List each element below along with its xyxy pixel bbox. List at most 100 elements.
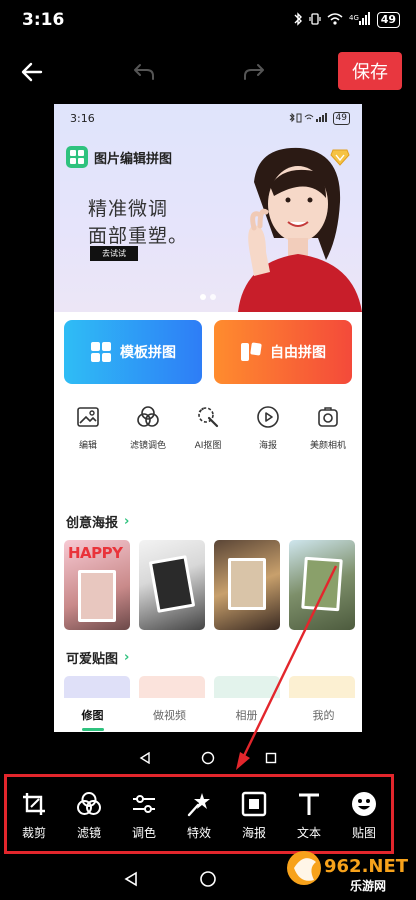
sticker-icon xyxy=(350,790,378,818)
tab-mine[interactable]: 我的 xyxy=(289,707,359,723)
inner-status-bar: 3:16 49 xyxy=(54,104,362,132)
tool-label: 海报 xyxy=(258,441,277,451)
battery-indicator: 49 xyxy=(376,12,400,28)
save-button[interactable]: 保存 xyxy=(338,52,402,90)
tab-make-video[interactable]: 做视频 xyxy=(135,707,205,723)
bluetooth-icon xyxy=(293,11,303,29)
template-collage-label: 模板拼图 xyxy=(120,345,176,361)
redo-button[interactable] xyxy=(240,48,268,96)
tool-sticker-label: 贴图 xyxy=(351,825,376,840)
tool-text-label: 文本 xyxy=(296,825,321,840)
slogan-line-1: 精准微调 xyxy=(88,198,169,220)
free-collage-label: 自由拼图 xyxy=(270,345,326,361)
inner-nav-bar xyxy=(54,745,362,771)
tool-filter-label: 滤镜 xyxy=(76,825,101,840)
redo-icon xyxy=(244,64,264,80)
sys-home-icon[interactable] xyxy=(199,870,217,888)
status-time: 3:16 xyxy=(22,10,65,30)
poster-card[interactable]: HAPPY xyxy=(64,540,130,630)
tab-album[interactable]: 相册 xyxy=(212,707,282,723)
tool-text[interactable]: 文本 xyxy=(285,790,333,841)
tool-sticker[interactable]: 贴图 xyxy=(340,790,388,841)
app-logo xyxy=(66,146,88,168)
promo-banner[interactable]: 图片编辑拼图 精准微调 面部重塑。 去试试 xyxy=(54,104,362,312)
tool-edit[interactable]: 编辑 xyxy=(58,404,118,464)
inner-battery: 49 xyxy=(332,111,350,125)
app-name: 图片编辑拼图 xyxy=(94,152,173,167)
filter-icon xyxy=(75,790,103,818)
tool-poster-bottom[interactable]: 海报 xyxy=(230,790,278,841)
section-stickers-title: 可爱贴图 xyxy=(66,652,119,667)
template-collage-button[interactable]: 模板拼图 xyxy=(64,320,202,384)
magic-icon xyxy=(185,790,213,818)
sys-back-icon[interactable] xyxy=(123,871,139,887)
chevron-right-icon: › xyxy=(124,514,130,529)
image-icon xyxy=(75,404,101,430)
vibrate-icon xyxy=(309,12,321,29)
svg-text:乐游网: 乐游网 xyxy=(350,878,386,893)
tool-adjust[interactable]: 调色 xyxy=(120,790,168,841)
tool-poster-label: 海报 xyxy=(241,825,266,840)
magic-wand-icon xyxy=(195,404,221,430)
banner-slogan: 精准微调 面部重塑。 xyxy=(88,196,188,250)
tool-poster[interactable]: 海报 xyxy=(238,404,298,464)
text-icon xyxy=(295,790,323,818)
poster-list: HAPPY xyxy=(64,540,362,630)
poster-happy-text: HAPPY xyxy=(68,544,123,562)
nav-back-icon[interactable] xyxy=(139,752,151,764)
tool-label: 编辑 xyxy=(78,441,97,451)
tool-grid: 编辑 滤镜调色 AI抠图 海报 美颜相机 xyxy=(54,404,362,464)
tool-filter-bottom[interactable]: 滤镜 xyxy=(65,790,113,841)
poster-card[interactable] xyxy=(214,540,280,630)
tool-adjust-label: 调色 xyxy=(131,825,156,840)
free-collage-button[interactable]: 自由拼图 xyxy=(214,320,352,384)
tool-label: 滤镜调色 xyxy=(129,441,166,451)
tool-effects[interactable]: 特效 xyxy=(175,790,223,841)
play-icon xyxy=(255,404,281,430)
try-now-button[interactable]: 去试试 xyxy=(90,246,138,261)
back-button[interactable] xyxy=(18,48,46,96)
svg-text:962.NET: 962.NET xyxy=(324,856,409,877)
carousel-dots xyxy=(200,294,216,300)
tool-effects-label: 特效 xyxy=(186,825,211,840)
camera-icon xyxy=(315,404,341,430)
editor-toolbar: 保存 xyxy=(0,48,416,96)
status-icons: 4G 49 xyxy=(293,11,400,29)
preview-canvas[interactable]: 图片编辑拼图 精准微调 面部重塑。 去试试 3:16 49 模板拼图 自由拼图 … xyxy=(54,104,362,732)
tool-label: AI抠图 xyxy=(194,441,222,451)
poster-card[interactable] xyxy=(139,540,205,630)
signal-icon: 4G xyxy=(349,11,371,29)
crop-icon xyxy=(20,790,48,818)
wifi-icon xyxy=(327,12,343,29)
bottom-tool-bar: 裁剪 滤镜 调色 特效 海报 文本 贴图 xyxy=(4,775,394,855)
section-stickers-header[interactable]: 可爱贴图 › xyxy=(66,648,129,667)
chevron-right-icon: › xyxy=(124,650,130,665)
tab-retouch[interactable]: 修图 xyxy=(58,707,128,731)
arrow-left-icon xyxy=(21,62,43,82)
banner-model-photo xyxy=(238,147,362,312)
nav-recents-icon[interactable] xyxy=(265,752,277,764)
system-status-bar: 3:16 4G 49 xyxy=(0,0,416,40)
sliders-icon xyxy=(130,790,158,818)
tool-label: 美颜相机 xyxy=(309,441,346,451)
watermark-graphic: 962.NET 乐游网 xyxy=(287,851,409,893)
nav-home-icon[interactable] xyxy=(201,751,215,765)
svg-text:4G: 4G xyxy=(349,14,359,22)
inner-status-time: 3:16 xyxy=(70,111,95,125)
free-collage-icon xyxy=(241,342,262,361)
tool-beauty-camera[interactable]: 美颜相机 xyxy=(298,404,358,464)
inner-status-icons xyxy=(289,113,327,123)
tool-crop-label: 裁剪 xyxy=(21,825,46,840)
undo-icon xyxy=(134,64,154,80)
undo-button[interactable] xyxy=(130,48,158,96)
inner-tab-bar: 修图 做视频 相册 我的 xyxy=(54,698,362,732)
template-grid-icon xyxy=(91,342,111,362)
section-posters-header[interactable]: 创意海报 › xyxy=(66,512,129,531)
tool-crop[interactable]: 裁剪 xyxy=(10,790,58,841)
watermark-logo: 962.NET 乐游网 xyxy=(284,846,410,894)
tool-filter[interactable]: 滤镜调色 xyxy=(118,404,178,464)
poster-card[interactable] xyxy=(289,540,355,630)
frame-icon xyxy=(240,790,268,818)
filter-icon xyxy=(135,404,161,430)
tool-ai-cutout[interactable]: AI抠图 xyxy=(178,404,238,464)
